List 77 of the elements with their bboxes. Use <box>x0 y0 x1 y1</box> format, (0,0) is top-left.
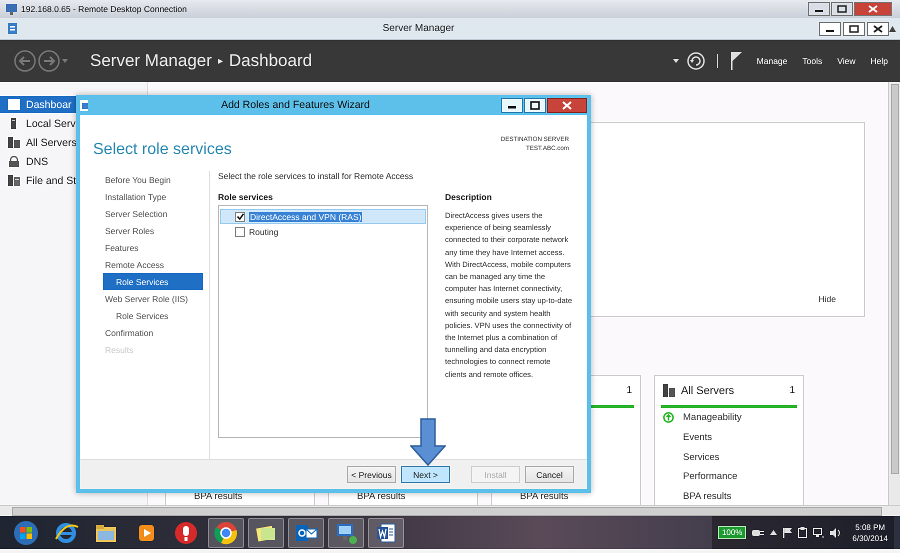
flag-icon[interactable] <box>730 52 742 70</box>
wizard-step[interactable]: Web Server Role (IIS) <box>103 290 203 307</box>
breadcrumb-item[interactable]: Server Manager <box>90 51 212 71</box>
servers-icon <box>663 384 675 397</box>
wizard-button[interactable]: < Previous <box>347 466 396 483</box>
checkbox[interactable] <box>235 226 245 236</box>
wizard-step[interactable]: Role Services <box>103 273 203 290</box>
window-title: Server Manager <box>382 23 456 34</box>
vertical-scrollbar[interactable] <box>888 82 900 505</box>
column-header: Description <box>445 192 493 204</box>
tile-item[interactable]: BPA results <box>661 486 797 505</box>
wizard-step[interactable]: Server Selection <box>103 205 203 222</box>
wizard-step[interactable]: Remote Access <box>103 256 203 273</box>
wizard-button[interactable]: Next > <box>401 466 450 483</box>
tile-title[interactable]: All Servers <box>681 384 784 396</box>
servers-icon <box>8 137 20 148</box>
page-heading: Select role services <box>93 141 232 160</box>
tile-item[interactable]: Performance <box>661 466 797 486</box>
refresh-icon[interactable] <box>686 52 705 70</box>
wizard-step[interactable]: Installation Type <box>103 188 203 205</box>
maximize-icon[interactable] <box>524 98 546 112</box>
hide-link[interactable]: Hide <box>818 294 836 304</box>
start-button[interactable] <box>12 518 40 546</box>
role-services-list[interactable]: DirectAccess and VPN (RAS) Routing <box>218 205 428 438</box>
role-service-label[interactable]: Routing <box>249 226 278 236</box>
role-service-label[interactable]: DirectAccess and VPN (RAS) <box>249 212 362 222</box>
app-icon <box>8 23 18 34</box>
tile-item[interactable]: Events <box>661 428 797 448</box>
caret-icon[interactable] <box>672 59 679 63</box>
checkbox[interactable] <box>235 212 245 222</box>
close-icon[interactable] <box>867 22 889 36</box>
clock-date: 6/30/2014 <box>852 532 888 544</box>
flag-icon[interactable] <box>783 528 792 538</box>
menu-item[interactable]: Manage <box>756 56 788 66</box>
forward-icon[interactable] <box>38 50 60 72</box>
instruction-text: Select the role services to install for Remote Access <box>218 171 414 183</box>
check-icon <box>236 213 244 220</box>
power-plug-icon[interactable] <box>752 528 764 538</box>
wizard-step[interactable]: Confirmation <box>103 324 203 341</box>
minimize-icon[interactable] <box>819 22 841 36</box>
breadcrumb-separator: ▸ <box>218 55 223 67</box>
clipboard-icon[interactable] <box>798 527 808 538</box>
horizontal-scrollbar[interactable] <box>12 506 882 516</box>
menu-item[interactable]: Tools <box>802 56 822 66</box>
clock-time: 5:08 PM <box>855 522 886 532</box>
restore-icon[interactable] <box>831 2 853 16</box>
caret-icon[interactable] <box>770 530 778 535</box>
wizard-step[interactable]: Features <box>103 239 203 256</box>
column-header: Role services <box>218 192 274 204</box>
network-icon[interactable] <box>813 528 824 538</box>
scroll-arrow-icon <box>889 26 896 32</box>
remote-desktop-icon <box>6 4 17 14</box>
close-icon[interactable] <box>547 98 587 112</box>
wizard-step[interactable]: Before You Begin <box>103 171 203 188</box>
battery-indicator: 100% <box>718 526 746 539</box>
menu-item[interactable]: View <box>837 56 856 66</box>
sidebar-item[interactable]: Local Serv <box>0 115 147 132</box>
minimize-icon[interactable] <box>808 2 830 16</box>
tile-item[interactable]: Services <box>661 447 797 467</box>
tile-count: 1 <box>626 385 632 396</box>
file-storage-icon <box>8 175 20 186</box>
window-title: 192.168.0.65 - Remote Desktop Connection <box>21 4 188 14</box>
breadcrumb-item[interactable]: Dashboard <box>228 51 312 71</box>
clock[interactable]: 5:08 PM 6/30/2014 <box>852 522 888 544</box>
volume-icon[interactable] <box>830 528 842 538</box>
minimize-icon[interactable] <box>501 98 523 112</box>
dialog-title: Add Roles and Features Wizard <box>220 99 371 111</box>
back-icon[interactable] <box>14 50 36 72</box>
restore-icon[interactable] <box>843 22 865 36</box>
wizard-button[interactable]: Cancel <box>525 466 574 483</box>
pointer-arrow <box>410 418 446 466</box>
tile-count: 1 <box>789 385 795 396</box>
wizard-icon <box>80 100 90 110</box>
wizard-step[interactable]: Server Roles <box>103 222 203 239</box>
tile-item[interactable]: Manageability <box>661 408 797 428</box>
menu-item[interactable]: Help <box>870 56 888 66</box>
wizard-step[interactable]: Role Services <box>103 307 203 324</box>
